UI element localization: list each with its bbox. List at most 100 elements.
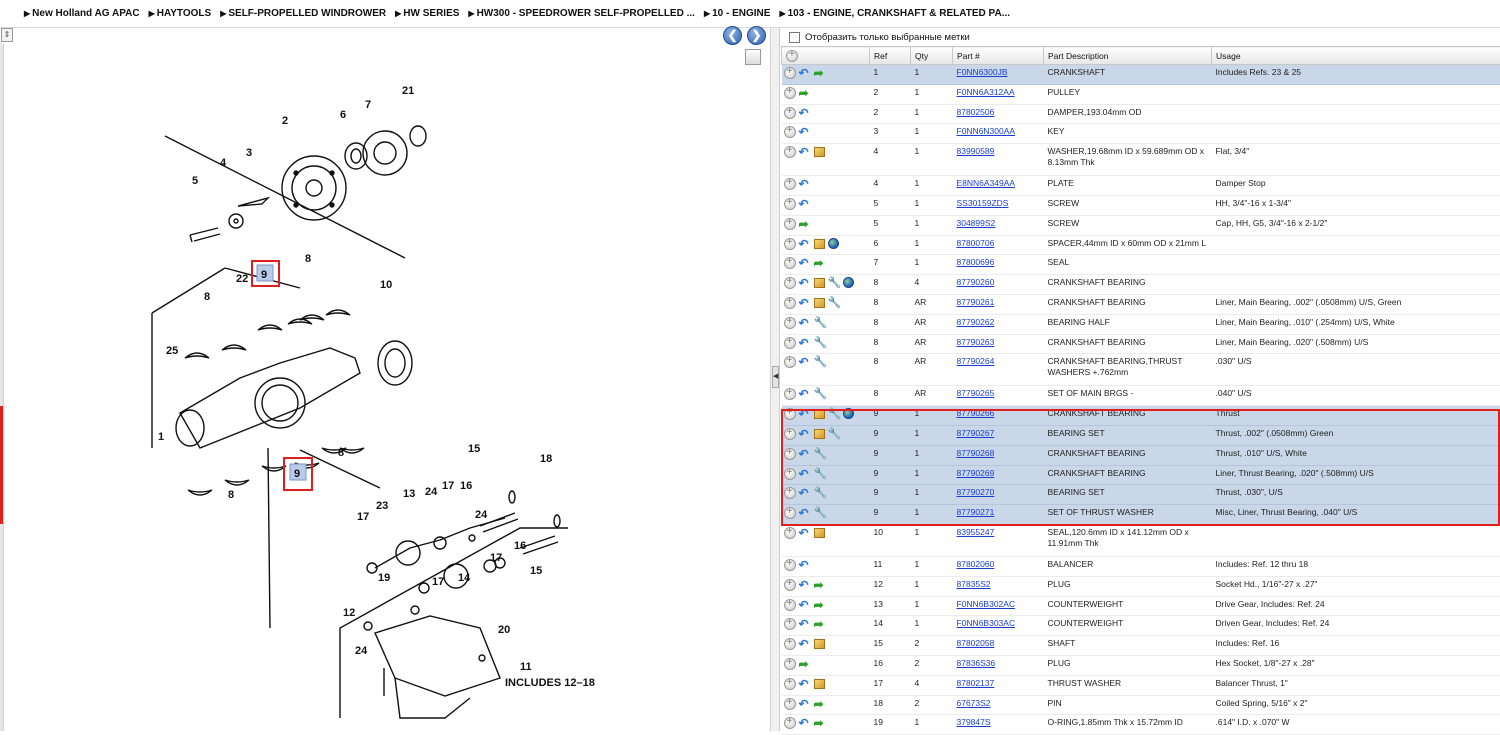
wrench-icon[interactable]: 🔧 [828, 428, 840, 440]
add-to-cart-icon[interactable] [784, 257, 796, 269]
replace-arrow-icon[interactable]: ↶ [799, 428, 811, 440]
part-number-link[interactable]: F0NN6B302AC [957, 599, 1016, 609]
replace-arrow-icon[interactable]: ↶ [799, 356, 811, 368]
part-number-link[interactable]: 87790270 [957, 487, 995, 497]
part-number-link[interactable]: 379847S [957, 717, 991, 727]
column-description[interactable]: Part Description [1044, 47, 1212, 65]
part-number-link[interactable]: 87790271 [957, 507, 995, 517]
wrench-icon[interactable]: 🔧 [814, 487, 826, 499]
wrench-icon[interactable]: 🔧 [814, 356, 826, 368]
table-row[interactable]: ↶🔧8AR87790261CRANKSHAFT BEARINGLiner, Ma… [782, 294, 1500, 314]
column-usage[interactable]: Usage [1212, 47, 1500, 65]
breadcrumb-item-section[interactable]: ▶10 - ENGINE [704, 8, 771, 19]
replace-arrow-icon[interactable]: ↶ [799, 317, 811, 329]
part-number-link[interactable]: 304899S2 [957, 218, 996, 228]
add-to-cart-icon[interactable] [784, 317, 796, 329]
add-to-cart-icon[interactable] [784, 238, 796, 250]
breadcrumb-item-series[interactable]: ▶HW SERIES [395, 8, 459, 19]
replace-arrow-icon[interactable]: ↶ [799, 198, 811, 210]
collapse-pane-handle[interactable]: ◀ [772, 366, 779, 388]
wrench-icon[interactable]: 🔧 [814, 448, 826, 460]
add-to-cart-icon[interactable] [784, 146, 796, 158]
green-arrow-icon[interactable]: ➦ [814, 618, 826, 630]
add-to-cart-icon[interactable] [784, 599, 796, 611]
replace-arrow-icon[interactable]: ↶ [799, 527, 811, 539]
breadcrumb-item-model[interactable]: ▶HW300 - SPEEDROWER SELF-PROPELLED ... [468, 8, 695, 19]
part-number-link[interactable]: 87790264 [957, 356, 995, 366]
table-row[interactable]: ↶➦7187800696SEAL [782, 255, 1500, 275]
green-arrow-icon[interactable]: ➦ [814, 257, 826, 269]
part-number-link[interactable]: 83955247 [957, 527, 995, 537]
add-to-cart-icon[interactable] [784, 487, 796, 499]
package-icon[interactable] [814, 429, 825, 439]
replace-arrow-icon[interactable]: ↶ [799, 388, 811, 400]
add-to-cart-icon[interactable] [784, 618, 796, 630]
add-to-cart-icon[interactable] [784, 126, 796, 138]
replace-arrow-icon[interactable]: ↶ [799, 618, 811, 630]
add-to-cart-icon[interactable] [784, 198, 796, 210]
part-number-link[interactable]: 87800706 [957, 238, 995, 248]
replace-arrow-icon[interactable]: ↶ [799, 717, 811, 729]
table-row[interactable]: ↶10183955247SEAL,120.6mm ID x 141.12mm O… [782, 524, 1500, 556]
globe-icon[interactable] [843, 277, 854, 288]
part-number-link[interactable]: F0NN6B303AC [957, 618, 1016, 628]
wrench-icon[interactable]: 🔧 [814, 317, 826, 329]
add-to-cart-icon[interactable] [784, 428, 796, 440]
package-icon[interactable] [814, 528, 825, 538]
wrench-icon[interactable]: 🔧 [828, 277, 840, 289]
part-number-link[interactable]: 87790268 [957, 448, 995, 458]
add-to-cart-icon[interactable] [784, 717, 796, 729]
add-to-cart-icon[interactable] [784, 678, 796, 690]
package-icon[interactable] [814, 239, 825, 249]
add-to-cart-icon[interactable] [784, 218, 796, 230]
table-row[interactable]: ↶🔧8AR87790263CRANKSHAFT BEARINGLiner, Ma… [782, 334, 1500, 354]
table-row[interactable]: ↶🔧9187790271SET OF THRUST WASHERMisc, Li… [782, 505, 1500, 525]
add-to-cart-icon[interactable] [784, 67, 796, 79]
wrench-icon[interactable]: 🔧 [828, 297, 840, 309]
wrench-icon[interactable]: 🔧 [814, 507, 826, 519]
part-number-link[interactable]: 87790263 [957, 337, 995, 347]
column-ref[interactable]: Ref [870, 47, 911, 65]
green-arrow-icon[interactable]: ➦ [814, 579, 826, 591]
package-icon[interactable] [814, 278, 825, 288]
replace-arrow-icon[interactable]: ↶ [799, 107, 811, 119]
package-icon[interactable] [814, 298, 825, 308]
wrench-icon[interactable]: 🔧 [814, 337, 826, 349]
add-to-cart-icon[interactable] [784, 337, 796, 349]
part-number-link[interactable]: F0NN6N300AA [957, 126, 1016, 136]
add-to-cart-icon[interactable] [784, 658, 796, 670]
add-to-cart-icon[interactable] [784, 178, 796, 190]
select-all-column[interactable] [782, 47, 870, 65]
add-to-cart-icon[interactable] [784, 388, 796, 400]
column-qty[interactable]: Qty [911, 47, 953, 65]
table-row[interactable]: ↶41E8NN6A349AAPLATEDamper Stop [782, 176, 1500, 196]
add-to-cart-icon[interactable] [784, 638, 796, 650]
replace-arrow-icon[interactable]: ↶ [799, 468, 811, 480]
wrench-icon[interactable]: 🔧 [828, 408, 840, 420]
add-to-cart-icon[interactable] [784, 87, 796, 99]
table-row[interactable]: ➦16287836S36PLUGHex Socket, 1/8"-27 x .2… [782, 655, 1500, 675]
table-row[interactable]: ↶🔧9187790268CRANKSHAFT BEARINGThrust, .0… [782, 445, 1500, 465]
table-row[interactable]: ↶51SS30159ZDSSCREWHH, 3/4"-16 x 1-3/4" [782, 195, 1500, 215]
wrench-icon[interactable]: 🔧 [814, 468, 826, 480]
add-to-cart-icon[interactable] [784, 107, 796, 119]
show-selected-only-checkbox[interactable] [789, 32, 800, 43]
table-row[interactable]: ↶🔧8487790260CRANKSHAFT BEARING [782, 275, 1500, 295]
green-arrow-icon[interactable]: ➦ [799, 218, 811, 230]
part-number-link[interactable]: 87790266 [957, 408, 995, 418]
part-number-link[interactable]: 87790261 [957, 297, 995, 307]
part-number-link[interactable]: 87800696 [957, 257, 995, 267]
pane-splitter[interactable]: ◀ [770, 28, 780, 731]
add-to-cart-icon[interactable] [784, 356, 796, 368]
table-row[interactable]: ↶🔧9187790266CRANKSHAFT BEARINGThrust [782, 406, 1500, 426]
column-part-number[interactable]: Part # [953, 47, 1044, 65]
replace-arrow-icon[interactable]: ↶ [799, 67, 811, 79]
add-to-cart-icon[interactable] [784, 468, 796, 480]
replace-arrow-icon[interactable]: ↶ [799, 599, 811, 611]
part-number-link[interactable]: SS30159ZDS [957, 198, 1009, 208]
add-to-cart-icon[interactable] [784, 527, 796, 539]
add-to-cart-icon[interactable] [784, 448, 796, 460]
table-row[interactable]: ➦51304899S2SCREWCap, HH, G5, 3/4"-16 x 2… [782, 215, 1500, 235]
globe-icon[interactable] [843, 408, 854, 419]
part-number-link[interactable]: 87836S36 [957, 658, 996, 668]
